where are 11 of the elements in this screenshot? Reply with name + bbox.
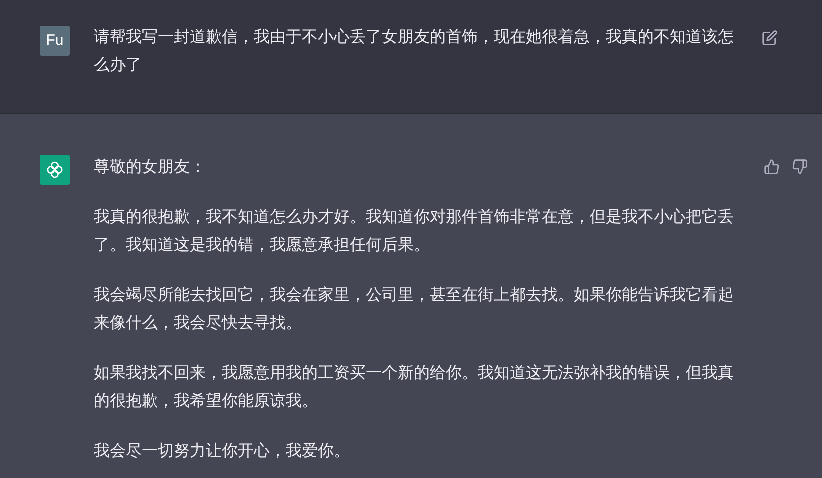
response-paragraph: 如果我找不回来，我愿意用我的工资买一个新的给你。我知道这无法弥补我的错误，但我真的很抱歉，我希望你能原谅我。: [94, 364, 735, 412]
response-paragraph: 我会尽一切努力让你开心，我爱你。: [94, 442, 351, 462]
knot-logo-icon: [45, 160, 65, 180]
response-paragraph: 我会竭尽所能去找回它，我会在家里，公司里，甚至在街上都去找。如果你能告诉我它看起来像什么，我会尽快去寻找。: [94, 286, 735, 334]
thumbs-up-icon[interactable]: [764, 159, 780, 175]
user-avatar: Fu: [40, 26, 70, 56]
response-paragraph: 我真的很抱歉，我不知道怎么办才好。我知道你对那件首饰非常在意，但是我不小心把它丢了。我知道这是我的错，我愿意承担任何后果。: [94, 208, 735, 256]
thumbs-down-icon[interactable]: [792, 159, 808, 175]
edit-icon[interactable]: [762, 30, 778, 46]
response-paragraph: 尊敬的女朋友：: [94, 158, 207, 178]
user-message: 请帮我写一封道歉信，我由于不小心丢了女朋友的首饰，现在她很着急，我真的不知道该怎么办了: [94, 28, 735, 76]
